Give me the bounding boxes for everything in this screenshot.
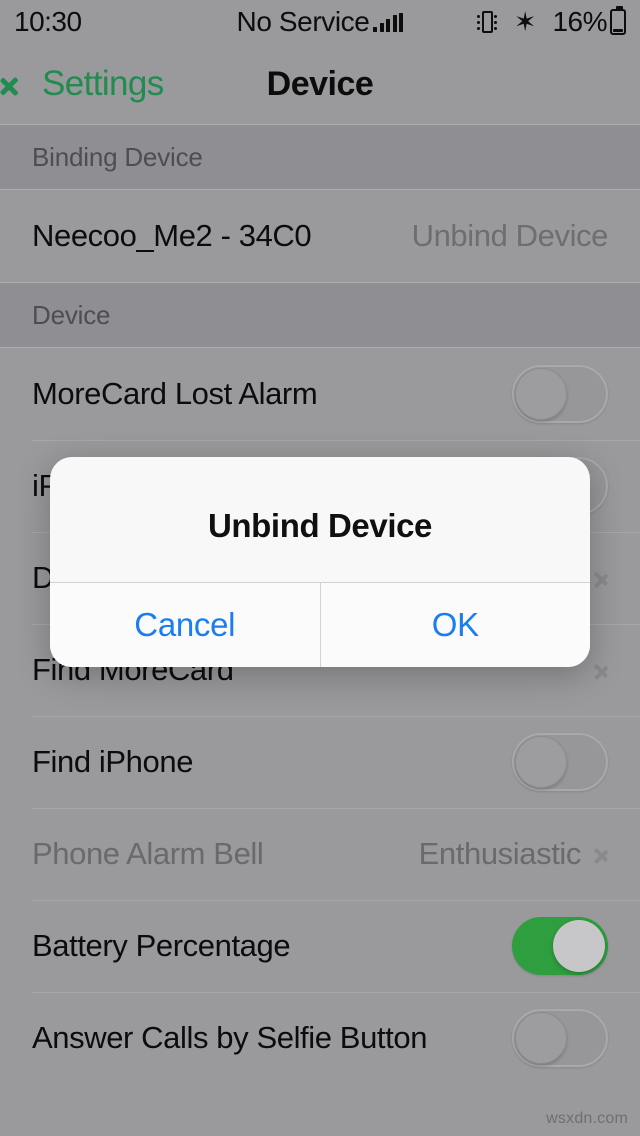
battery-status-group: 16% xyxy=(552,6,626,38)
row-accessory: Unbind Device xyxy=(411,218,609,254)
section-header-label: Binding Device xyxy=(32,141,203,172)
toggle-knob xyxy=(515,1012,567,1064)
row-label: Battery Percentage xyxy=(32,928,291,963)
toggle-switch[interactable] xyxy=(512,365,608,423)
row-accessory xyxy=(512,1009,608,1067)
row-morecard-lost-alarm[interactable]: MoreCard Lost Alarm xyxy=(0,348,640,440)
row-label: Phone Alarm Bell xyxy=(32,836,264,871)
row-battery-percentage[interactable]: Battery Percentage xyxy=(0,900,640,992)
signal-bars-icon xyxy=(373,12,404,32)
alert-actions: Cancel OK xyxy=(50,582,590,667)
bluetooth-icon: ✶ xyxy=(513,6,537,37)
row-find-iphone[interactable]: Find iPhone xyxy=(0,716,640,808)
section-header-label: Device xyxy=(32,299,111,330)
row-accessory xyxy=(512,365,608,423)
navigation-bar: Settings Device xyxy=(0,44,640,124)
row-accessory xyxy=(512,917,608,975)
status-bar-right-group: ✶ 16% xyxy=(476,6,626,38)
status-bar: 10:30 No Service ✶ 16% xyxy=(0,0,640,44)
toggle-knob xyxy=(515,736,567,788)
toggle-switch[interactable] xyxy=(512,1009,608,1067)
unbind-device-alert: Unbind Device Cancel OK xyxy=(50,457,590,667)
toggle-knob xyxy=(553,920,605,972)
toggle-switch[interactable] xyxy=(512,733,608,791)
toggle-switch[interactable] xyxy=(512,917,608,975)
alert-cancel-button[interactable]: Cancel xyxy=(50,583,320,667)
row-answer-calls-selfie[interactable]: Answer Calls by Selfie Button xyxy=(0,992,640,1084)
alert-ok-button[interactable]: OK xyxy=(319,583,590,667)
row-accessory xyxy=(595,658,608,682)
vibrate-icon xyxy=(476,9,498,35)
row-label: MoreCard Lost Alarm xyxy=(32,376,318,411)
status-bar-carrier: No Service xyxy=(236,6,370,37)
battery-icon xyxy=(610,6,626,35)
row-label: Find iPhone xyxy=(32,744,194,779)
battery-percentage-text: 16% xyxy=(552,6,607,37)
row-accessory: Enthusiastic xyxy=(419,836,608,872)
chevron-right-icon xyxy=(595,842,608,866)
chevron-right-icon xyxy=(595,566,608,590)
row-phone-alarm-bell[interactable]: Phone Alarm Bell Enthusiastic xyxy=(0,808,640,900)
section-header: Binding Device xyxy=(0,124,640,190)
toggle-knob xyxy=(515,368,567,420)
back-button-label: Settings xyxy=(42,64,164,103)
row-label: Neecoo_Me2 - 34C0 xyxy=(32,218,312,253)
back-button[interactable]: Settings xyxy=(14,64,164,104)
alert-body: Unbind Device xyxy=(50,457,590,582)
row-value: Unbind Device xyxy=(411,218,609,253)
row-value: Enthusiastic xyxy=(418,836,582,871)
alert-title: Unbind Device xyxy=(207,506,432,544)
status-bar-time: 10:30 xyxy=(14,6,82,37)
chevron-left-icon xyxy=(14,67,36,101)
row-label: Answer Calls by Selfie Button xyxy=(32,1020,428,1055)
watermark: wsxdn.com xyxy=(546,1110,628,1127)
section-header: Device xyxy=(0,282,640,348)
row-binding-device[interactable]: Neecoo_Me2 - 34C0 Unbind Device xyxy=(0,190,640,282)
chevron-right-icon xyxy=(595,658,608,682)
row-accessory xyxy=(512,733,608,791)
